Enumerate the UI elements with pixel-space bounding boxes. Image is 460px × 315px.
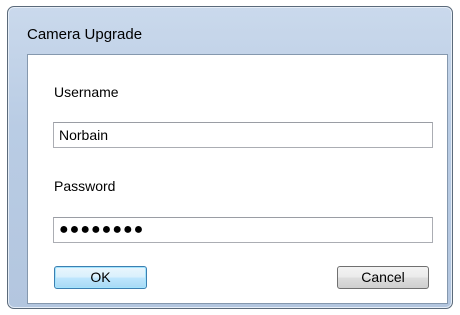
dialog-client-area: Username Norbain Password ●●●●●●●● OK Ca…	[27, 54, 448, 304]
ok-button[interactable]: OK	[54, 266, 147, 289]
cancel-button[interactable]: Cancel	[337, 266, 429, 289]
username-input[interactable]: Norbain	[53, 122, 433, 148]
username-label: Username	[54, 84, 119, 100]
password-input[interactable]: ●●●●●●●●	[53, 217, 433, 243]
dialog-window: Camera Upgrade Username Norbain Password…	[7, 6, 453, 309]
dialog-title: Camera Upgrade	[27, 26, 143, 43]
password-label: Password	[54, 178, 116, 194]
